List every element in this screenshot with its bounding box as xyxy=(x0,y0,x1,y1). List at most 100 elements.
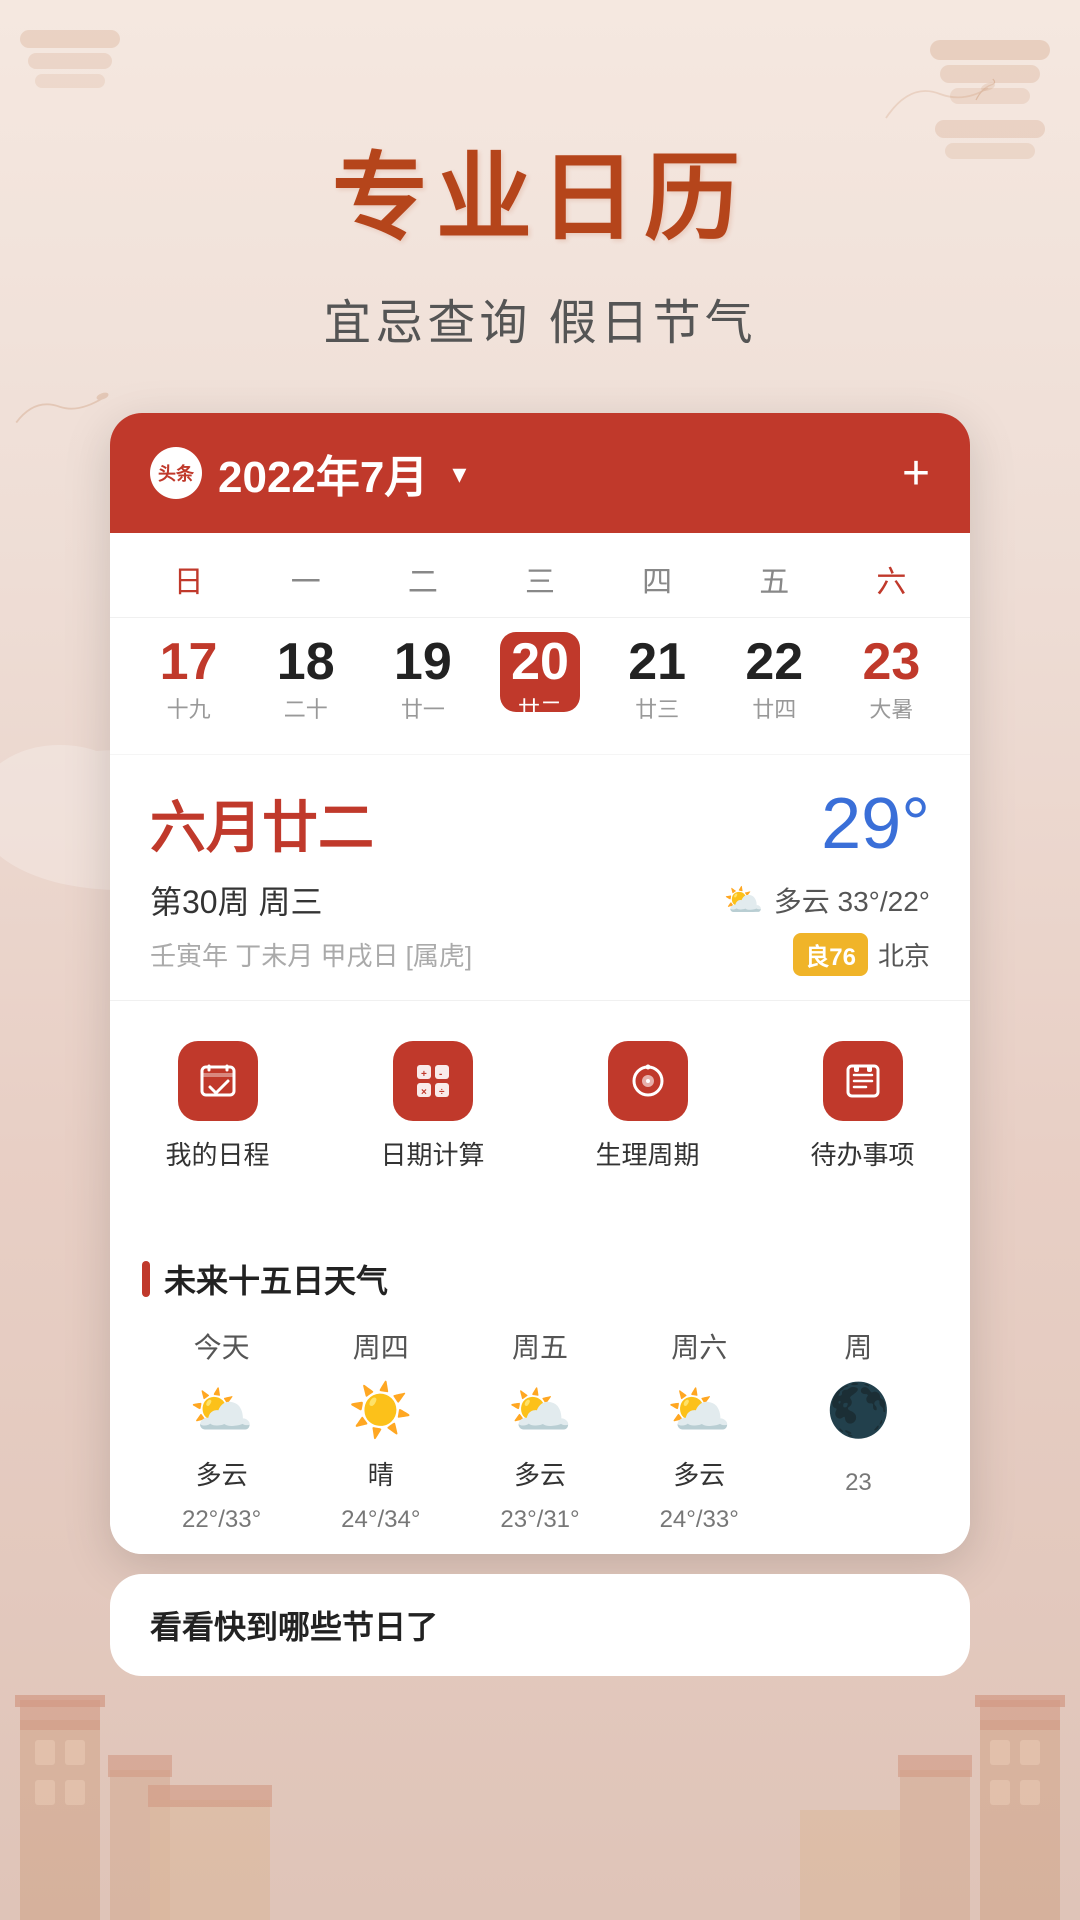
weekday-fri: 五 xyxy=(716,549,833,609)
wday-label-sat: 周六 xyxy=(671,1326,727,1366)
app-logo: 头条 xyxy=(150,447,202,499)
quick-date-calc[interactable]: + - × ÷ 日期计算 xyxy=(325,1021,540,1192)
wday-icon-next: 🌑 xyxy=(826,1380,891,1441)
dates-row: 17 十九 18 二十 19 廿一 20 廿二 21 廿三 xyxy=(110,618,970,754)
wday-temp-thu: 24°/34° xyxy=(341,1506,420,1534)
wday-label-today: 今天 xyxy=(194,1326,250,1366)
date-22[interactable]: 22 廿四 xyxy=(716,626,833,734)
wday-label-thu: 周四 xyxy=(353,1326,409,1366)
hero-subtitle: 宜忌查询 假日节气 xyxy=(323,283,756,353)
todo-label: 待办事项 xyxy=(810,1135,914,1172)
wday-icon-fri: ⛅ xyxy=(508,1380,573,1441)
todo-icon xyxy=(823,1041,903,1121)
svg-text:+: + xyxy=(421,1069,427,1080)
date-17[interactable]: 17 十九 xyxy=(130,626,247,734)
info-row-1: 第30周 周三 ⛅ 多云 33°/22° xyxy=(150,877,930,923)
date-num-18: 18 xyxy=(277,636,335,688)
weekday-wed: 三 xyxy=(481,549,598,609)
bottom-title: 看看快到哪些节日了 xyxy=(150,1609,438,1645)
weekday-sun: 日 xyxy=(130,549,247,609)
date-num-22: 22 xyxy=(745,636,803,688)
quick-todo[interactable]: 待办事项 xyxy=(755,1021,970,1192)
wday-icon-thu: ☀️ xyxy=(348,1380,413,1441)
calendar-header-left: 头条 2022年7月 ▾ xyxy=(150,441,466,505)
wday-icon-sat: ⛅ xyxy=(667,1380,732,1441)
calendar-month-label[interactable]: 2022年7月 xyxy=(218,441,428,505)
weather-day-fri[interactable]: 周五 ⛅ 多云 23°/31° xyxy=(460,1326,619,1534)
calendar-header: 头条 2022年7月 ▾ + xyxy=(110,413,970,533)
wday-temp-sat: 24°/33° xyxy=(660,1506,739,1534)
weather-info: ⛅ 多云 33°/22° xyxy=(724,880,930,920)
date-calc-label: 日期计算 xyxy=(380,1135,484,1172)
weekdays-row: 日 一 二 三 四 五 六 xyxy=(110,533,970,618)
date-num-19: 19 xyxy=(394,636,452,688)
wday-desc-sat: 多云 xyxy=(673,1455,725,1492)
wday-temp-next: 23 xyxy=(845,1469,872,1497)
date-lunar-19: 廿一 xyxy=(401,692,445,724)
wday-temp-today: 22°/33° xyxy=(182,1506,261,1534)
weekday-thu: 四 xyxy=(599,549,716,609)
svg-text:-: - xyxy=(439,1069,442,1080)
wday-desc-thu: 晴 xyxy=(368,1455,394,1492)
bottom-section: 看看快到哪些节日了 xyxy=(110,1574,970,1676)
wday-desc-fri: 多云 xyxy=(514,1455,566,1492)
date-lunar-17: 十九 xyxy=(167,692,211,724)
info-top-row: 六月廿二 29° xyxy=(150,783,930,865)
weather-icon: ⛅ xyxy=(724,881,764,919)
quick-cycle[interactable]: 生理周期 xyxy=(540,1021,755,1192)
calendar-info-panel: 六月廿二 29° 第30周 周三 ⛅ 多云 33°/22° 壬寅年 丁未月 甲戌… xyxy=(110,754,970,1000)
aqi-badge: 良76 北京 xyxy=(793,933,930,976)
date-lunar-20: 廿二 xyxy=(518,692,562,724)
date-lunar-22: 廿四 xyxy=(752,692,796,724)
date-lunar-18: 二十 xyxy=(284,692,328,724)
wday-icon-today: ⛅ xyxy=(189,1380,254,1441)
date-num-21: 21 xyxy=(628,636,686,688)
weather-title-text: 未来十五日天气 xyxy=(164,1256,388,1302)
date-21[interactable]: 21 廿三 xyxy=(599,626,716,734)
quick-schedule[interactable]: 我的日程 xyxy=(110,1021,325,1192)
svg-text:÷: ÷ xyxy=(439,1087,445,1098)
aqi-label: 良76 xyxy=(793,933,868,976)
quick-access-grid: 我的日程 + - × ÷ 日期计算 xyxy=(110,1000,970,1212)
date-18[interactable]: 18 二十 xyxy=(247,626,364,734)
weather-day-next[interactable]: 周 🌑 23 xyxy=(779,1326,938,1534)
chevron-down-icon[interactable]: ▾ xyxy=(452,457,466,490)
date-num-20: 20 xyxy=(511,636,569,688)
weather-section-title: 未来十五日天气 xyxy=(142,1256,938,1302)
cycle-label: 生理周期 xyxy=(595,1135,699,1172)
date-calc-icon: + - × ÷ xyxy=(393,1041,473,1121)
schedule-label: 我的日程 xyxy=(165,1135,269,1172)
date-23[interactable]: 23 大暑 xyxy=(833,626,950,734)
wday-temp-fri: 23°/31° xyxy=(500,1506,579,1534)
weather-section: 未来十五日天气 今天 ⛅ 多云 22°/33° 周四 ☀️ 晴 24°/34° xyxy=(110,1228,970,1554)
date-num-17: 17 xyxy=(160,636,218,688)
wday-desc-today: 多云 xyxy=(196,1455,248,1492)
city-label: 北京 xyxy=(878,936,930,973)
date-19[interactable]: 19 廿一 xyxy=(364,626,481,734)
weather-day-thu[interactable]: 周四 ☀️ 晴 24°/34° xyxy=(301,1326,460,1534)
add-event-button[interactable]: + xyxy=(902,446,930,501)
weather-desc: 多云 33°/22° xyxy=(774,880,930,920)
weekday-tue: 二 xyxy=(364,549,481,609)
date-lunar-23: 大暑 xyxy=(869,692,913,724)
schedule-icon xyxy=(178,1041,258,1121)
wday-label-next: 周 xyxy=(844,1326,872,1366)
weather-day-today[interactable]: 今天 ⛅ 多云 22°/33° xyxy=(142,1326,301,1534)
temperature-display: 29° xyxy=(821,783,930,865)
week-info: 第30周 周三 xyxy=(150,877,323,923)
weekday-mon: 一 xyxy=(247,549,364,609)
info-row-2: 壬寅年 丁未月 甲戌日 [属虎] 良76 北京 xyxy=(150,933,930,976)
lunar-date-big: 六月廿二 xyxy=(150,783,374,864)
date-20-today[interactable]: 20 廿二 xyxy=(481,626,598,734)
calendar-card: 头条 2022年7月 ▾ + 日 一 二 三 四 五 六 17 十九 xyxy=(110,413,970,1554)
hero-title: 专业日历 xyxy=(332,120,748,259)
weather-forecast-row: 今天 ⛅ 多云 22°/33° 周四 ☀️ 晴 24°/34° 周五 ⛅ 多云 xyxy=(142,1326,938,1534)
date-num-23: 23 xyxy=(863,636,921,688)
ganzhi-info: 壬寅年 丁未月 甲戌日 [属虎] xyxy=(150,936,472,973)
svg-text:×: × xyxy=(421,1087,427,1098)
wday-label-fri: 周五 xyxy=(512,1326,568,1366)
cycle-icon xyxy=(608,1041,688,1121)
weather-day-sat[interactable]: 周六 ⛅ 多云 24°/33° xyxy=(620,1326,779,1534)
date-lunar-21: 廿三 xyxy=(635,692,679,724)
title-bar-decoration xyxy=(142,1261,150,1297)
